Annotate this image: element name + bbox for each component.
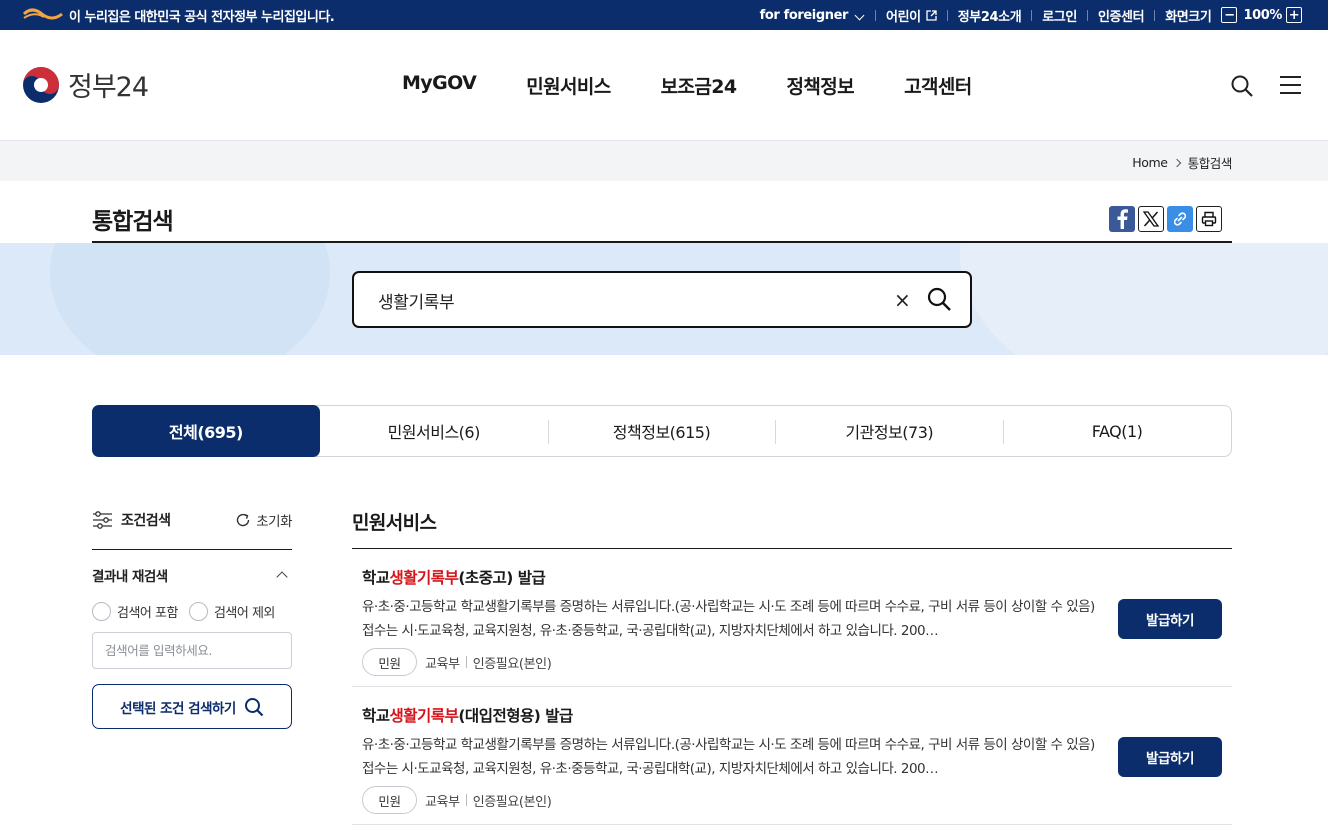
result-auth: 인증필요(본인) [472, 656, 552, 672]
zoom-label: 화면크기 [1165, 9, 1212, 25]
divider [465, 656, 467, 668]
search-input[interactable] [378, 287, 858, 313]
result-agency: 교육부 [425, 794, 460, 810]
divider [1154, 9, 1156, 21]
result-title-link[interactable]: 학교생활기록부(초중고) 발급 [362, 566, 1222, 588]
divider [1086, 9, 1088, 21]
filter-title: 조건검색 [92, 510, 171, 530]
page-title: 통합검색 [92, 209, 174, 235]
for-foreigner-link[interactable]: for foreigner [760, 8, 865, 23]
chevron-up-icon [276, 571, 288, 583]
utility-links: for foreigner 어린이 정부24소개 로그인 인증센터 화면크기 −… [760, 0, 1302, 30]
gov-banner: 이 누리집은 대한민국 공식 전자정부 누리집입니다. for foreigne… [0, 0, 1328, 30]
list-item: 학교생활기록부(초중고) 발급 유·초·중·고등학교 학교생활기록부를 증명하는… [352, 549, 1232, 687]
site-header: 정부24 MyGOV 민원서비스 보조금24 정책정보 고객센터 [0, 30, 1328, 141]
background-shape [50, 243, 330, 355]
site-logo[interactable]: 정부24 [22, 65, 149, 104]
share-buttons [1109, 206, 1222, 232]
issue-button[interactable]: 발급하기 [1118, 599, 1222, 639]
section-title: 민원서비스 [352, 508, 1232, 549]
zoom-value: 100% [1243, 7, 1282, 23]
nav-item-subsidy[interactable]: 보조금24 [661, 72, 737, 99]
result-agency: 교육부 [425, 656, 460, 672]
result-auth: 인증필요(본인) [472, 794, 552, 810]
print-icon [1201, 211, 1217, 227]
tab-agency[interactable]: 기관정보(73) [775, 406, 1003, 456]
results-section: 민원서비스 학교생활기록부(초중고) 발급 유·초·중·고등학교 학교생활기록부… [352, 508, 1232, 825]
x-share-button[interactable] [1138, 206, 1164, 232]
tab-faq[interactable]: FAQ(1) [1003, 406, 1231, 456]
refine-keyword-input[interactable] [92, 632, 292, 669]
apply-filter-button[interactable]: 선택된 조건 검색하기 [92, 684, 292, 729]
issue-button[interactable]: 발급하기 [1118, 737, 1222, 777]
result-title-link[interactable]: 학교생활기록부(대입전형용) 발급 [362, 704, 1222, 726]
result-tabs: 전체(695) 민원서비스(6) 정책정보(615) 기관정보(73) FAQ(… [92, 405, 1232, 457]
search-icon[interactable] [1230, 74, 1254, 98]
background-shape [960, 243, 1328, 355]
search-icon[interactable] [926, 286, 952, 312]
breadcrumb-home[interactable]: Home [1132, 155, 1168, 170]
login-link[interactable]: 로그인 [1042, 6, 1077, 25]
eg-emblem-icon [22, 8, 63, 20]
facebook-share-button[interactable] [1109, 206, 1135, 232]
radio-circle [92, 602, 111, 621]
result-meta: 민원 교육부 인증필요(본인) [362, 786, 1222, 814]
category-badge: 민원 [362, 648, 417, 676]
copy-link-button[interactable] [1167, 206, 1193, 232]
filter-sliders-icon [93, 511, 112, 529]
divider [465, 794, 467, 806]
exclude-keyword-radio[interactable]: 검색어 제외 [188, 602, 275, 621]
tab-civil-service[interactable]: 민원서비스(6) [320, 406, 548, 456]
zoom-out-button[interactable]: − [1221, 7, 1238, 23]
filter-sidebar: 조건검색 초기화 결과내 재검색 검색어 포함 검색어 제외 선택된 조건 검색… [92, 510, 292, 729]
refresh-icon [237, 513, 250, 527]
search-box: × [352, 271, 972, 328]
result-description: 유·초·중·고등학교 학교생활기록부를 증명하는 서류입니다.(공·사립학교는 … [362, 599, 1095, 639]
x-twitter-icon [1143, 211, 1159, 227]
zoom-in-button[interactable]: + [1286, 7, 1302, 23]
result-description: 유·초·중·고등학교 학교생활기록부를 증명하는 서류입니다.(공·사립학교는 … [362, 737, 1095, 777]
search-icon [244, 697, 264, 716]
include-keyword-radio[interactable]: 검색어 포함 [92, 602, 178, 621]
nav-item-policy[interactable]: 정책정보 [787, 72, 855, 99]
nav-item-customer-center[interactable]: 고객센터 [904, 72, 972, 99]
logo-text: 정부24 [68, 72, 149, 103]
main-nav: MyGOV 민원서비스 보조금24 정책정보 고객센터 [402, 72, 1022, 99]
list-item: 학교생활기록부(대입전형용) 발급 유·초·중·고등학교 학교생활기록부를 증명… [352, 687, 1232, 825]
facebook-icon [1117, 209, 1128, 229]
refine-search-toggle[interactable]: 결과내 재검색 [92, 565, 292, 585]
taegeuk-logo-icon [23, 66, 59, 103]
breadcrumb: Home 통합검색 [1132, 153, 1232, 172]
gov-banner-text: 이 누리집은 대한민국 공식 전자정부 누리집입니다. [69, 10, 335, 25]
clear-icon[interactable]: × [894, 288, 911, 312]
result-meta: 민원 교육부 인증필요(본인) [362, 648, 1222, 676]
search-band: × [0, 243, 1328, 355]
divider [1031, 9, 1033, 21]
tab-all[interactable]: 전체(695) [92, 405, 320, 457]
filter-header: 조건검색 초기화 [92, 510, 292, 550]
cert-center-link[interactable]: 인증센터 [1098, 6, 1145, 25]
keyword-mode-options: 검색어 포함 검색어 제외 [92, 602, 292, 621]
chevron-right-icon [1172, 158, 1181, 167]
link-icon [1173, 212, 1187, 226]
kids-link[interactable]: 어린이 [886, 6, 937, 25]
tab-policy[interactable]: 정책정보(615) [547, 406, 776, 456]
about-link[interactable]: 정부24소개 [958, 6, 1022, 25]
divider [946, 9, 948, 21]
external-link-icon [926, 9, 937, 21]
nav-item-civil-service[interactable]: 민원서비스 [526, 72, 611, 99]
nav-item-mygov[interactable]: MyGOV [402, 72, 477, 99]
reset-button[interactable]: 초기화 [235, 510, 292, 530]
hamburger-menu-icon[interactable] [1280, 76, 1301, 94]
breadcrumb-current: 통합검색 [1187, 156, 1233, 171]
category-badge: 민원 [362, 786, 417, 814]
print-button[interactable] [1196, 206, 1222, 232]
breadcrumb-bar: Home 통합검색 [0, 141, 1328, 181]
chevron-down-icon [854, 10, 865, 20]
divider [875, 9, 877, 21]
radio-circle [188, 602, 208, 621]
